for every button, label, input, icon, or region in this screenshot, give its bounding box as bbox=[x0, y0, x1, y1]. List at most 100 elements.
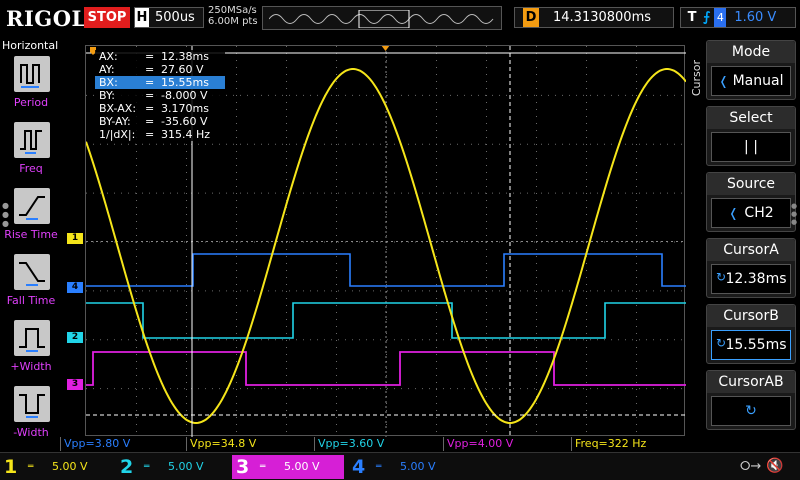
menu-mode-text: Manual bbox=[732, 73, 784, 89]
measure-pos-width-button[interactable]: +Width bbox=[0, 320, 62, 382]
memory-depth: 6.00M pts bbox=[208, 16, 258, 27]
run-stop-indicator[interactable]: STOP bbox=[84, 7, 130, 28]
pos-width-icon bbox=[14, 320, 50, 356]
menu-cursor-b-title: CursorB bbox=[707, 305, 795, 327]
menu-cursor-b-value: ↻ 15.55ms bbox=[711, 330, 791, 360]
timebase-display[interactable]: H 500us bbox=[134, 7, 204, 28]
measure-neg-width-button[interactable]: -Width bbox=[0, 386, 62, 448]
fall-time-label: Fall Time bbox=[6, 294, 56, 307]
rising-edge-icon: ⨍ bbox=[703, 10, 711, 25]
channel-3-scale: 5.00 V bbox=[284, 460, 320, 473]
channel-2-status[interactable]: 2 ═ 5.00 V bbox=[116, 455, 228, 479]
channel-2-scale: 5.00 V bbox=[168, 460, 204, 473]
rotary-knob-icon: ↻ bbox=[716, 270, 727, 284]
cursor-readout-equals: = bbox=[145, 115, 155, 128]
waveform-overview[interactable] bbox=[262, 6, 502, 30]
menu-cursor-b[interactable]: CursorB ↻ 15.55ms bbox=[706, 304, 796, 364]
brand-logo: RIGOL bbox=[6, 6, 87, 31]
menu-cursor-a[interactable]: CursorA ↻ 12.38ms bbox=[706, 238, 796, 298]
period-label: Period bbox=[13, 96, 49, 109]
cursor-readout-equals: = bbox=[145, 76, 155, 89]
dc-coupling-icon: ═ bbox=[260, 462, 266, 472]
measurement-ch1-vpp[interactable]: Vpp=34.8 V bbox=[186, 437, 256, 451]
menu-cursor-ab[interactable]: CursorAB ↻ bbox=[706, 370, 796, 430]
menu-cursor-ab-value: ↻ bbox=[711, 396, 791, 426]
cursor-readout-equals: = bbox=[145, 50, 155, 63]
freq-icon bbox=[14, 122, 50, 158]
channel-4-marker[interactable]: 4 bbox=[67, 282, 83, 293]
rotary-knob-icon: ↻ bbox=[716, 336, 727, 350]
channel-4-status[interactable]: 4 ═ 5.00 V bbox=[348, 455, 460, 479]
channel-1-scale: 5.00 V bbox=[52, 460, 88, 473]
measure-freq-button[interactable]: Freq bbox=[0, 122, 62, 184]
timebase-value: 500us bbox=[155, 10, 195, 25]
speaker-muted-icon[interactable]: 🔇 bbox=[766, 458, 783, 474]
period-icon bbox=[14, 56, 50, 92]
channel-3-status[interactable]: 3 ═ 5.00 V bbox=[232, 455, 344, 479]
measurement-ch2-vpp[interactable]: Vpp=3.60 V bbox=[314, 437, 384, 451]
cursor-readout-value: 315.4 Hz bbox=[161, 128, 211, 141]
cursor-readout-equals: = bbox=[145, 63, 155, 76]
channel-3-marker[interactable]: 3 bbox=[67, 379, 83, 390]
trigger-label: T bbox=[687, 10, 697, 25]
channel-4-number: 4 bbox=[352, 456, 366, 478]
cursor-readout-key: AY: bbox=[99, 63, 115, 76]
channel-3-number: 3 bbox=[236, 456, 250, 478]
cursor-readout-table: AX: = 12.38ms AY: = 27.60 V BX: = 15.55ms BY: = -8.… bbox=[95, 50, 225, 141]
freq-label: Freq bbox=[19, 162, 43, 175]
cursor-readout-equals: = bbox=[145, 128, 155, 141]
channel-4-scale: 5.00 V bbox=[400, 460, 436, 473]
menu-select-value: | | bbox=[711, 132, 791, 162]
measure-period-button[interactable]: Period bbox=[0, 56, 62, 118]
measurement-bar: Vpp=3.80 V Vpp=34.8 V Vpp=3.60 V Vpp=4.0… bbox=[60, 437, 686, 451]
channel-1-status[interactable]: 1 ═ 5.00 V bbox=[0, 455, 112, 479]
top-status-bar: RIGOL STOP H 500us 250MSa/s 6.00M pts D 14… bbox=[0, 0, 800, 36]
menu-cursor-a-value: ↻ 12.38ms bbox=[711, 264, 791, 294]
rise-time-label: Rise Time bbox=[4, 228, 58, 241]
measurement-ch1-freq[interactable]: Freq=322 Hz bbox=[571, 437, 646, 451]
pos-width-label: +Width bbox=[10, 360, 52, 373]
menu-cursor-b-text: 15.55ms bbox=[725, 337, 787, 353]
cursor-readout-value: 27.60 V bbox=[161, 63, 204, 76]
dc-coupling-icon: ═ bbox=[28, 462, 34, 472]
measure-fall-time-button[interactable]: Fall Time bbox=[0, 254, 62, 316]
chevron-left-icon: ❬ bbox=[718, 74, 729, 88]
menu-source-text: CH2 bbox=[744, 205, 774, 221]
cursor-readout-row: BY: = -8.000 V bbox=[95, 89, 225, 102]
channel-2-marker[interactable]: 2 bbox=[67, 332, 83, 343]
cursor-readout-key: 1/|dX|: bbox=[99, 128, 136, 141]
fall-time-icon bbox=[14, 254, 50, 290]
measure-rise-time-button[interactable]: Rise Time bbox=[0, 188, 62, 250]
horizontal-label: H bbox=[135, 8, 149, 27]
menu-source[interactable]: Source ❬ CH2 bbox=[706, 172, 796, 232]
neg-width-label: -Width bbox=[13, 426, 49, 439]
cursor-readout-value: 15.55ms bbox=[161, 76, 209, 89]
cursor-readout-value: -35.60 V bbox=[161, 115, 208, 128]
chevron-left-icon: ❬ bbox=[728, 206, 739, 220]
channel-1-number: 1 bbox=[4, 456, 18, 478]
measurement-ch4-vpp[interactable]: Vpp=3.80 V bbox=[60, 437, 130, 451]
trigger-display[interactable]: T ⨍ 4 1.60 V bbox=[680, 7, 796, 28]
trigger-level: 1.60 V bbox=[734, 10, 777, 25]
rise-time-icon bbox=[14, 188, 50, 224]
delay-display[interactable]: D 14.3130800ms bbox=[514, 7, 674, 28]
channel-1-marker[interactable]: 1 bbox=[67, 233, 83, 244]
menu-mode[interactable]: Mode ❬ Manual bbox=[706, 40, 796, 100]
menu-vertical-label: Cursor bbox=[690, 60, 703, 97]
channel-2-number: 2 bbox=[120, 456, 134, 478]
usb-icon: ⭘→ bbox=[740, 459, 762, 474]
menu-cursor-a-title: CursorA bbox=[707, 239, 795, 261]
menu-mode-value: ❬ Manual bbox=[711, 66, 791, 96]
cursor-readout-key: BY-AY: bbox=[99, 115, 131, 128]
rotary-knob-icon: ↻ bbox=[745, 403, 757, 419]
dc-coupling-icon: ═ bbox=[376, 462, 382, 472]
cursor-readout-value: 12.38ms bbox=[161, 50, 209, 63]
cursor-readout-row: BX: = 15.55ms bbox=[95, 76, 225, 89]
trigger-source: 4 bbox=[714, 8, 727, 27]
menu-select[interactable]: Select | | bbox=[706, 106, 796, 166]
sample-rate-info: 250MSa/s 6.00M pts bbox=[208, 5, 258, 27]
measurement-ch3-vpp[interactable]: Vpp=4.00 V bbox=[443, 437, 513, 451]
menu-scroll-dots-icon: ● ● ● bbox=[791, 202, 798, 226]
cursor-readout-key: AX: bbox=[99, 50, 118, 63]
cursor-readout-equals: = bbox=[145, 102, 155, 115]
